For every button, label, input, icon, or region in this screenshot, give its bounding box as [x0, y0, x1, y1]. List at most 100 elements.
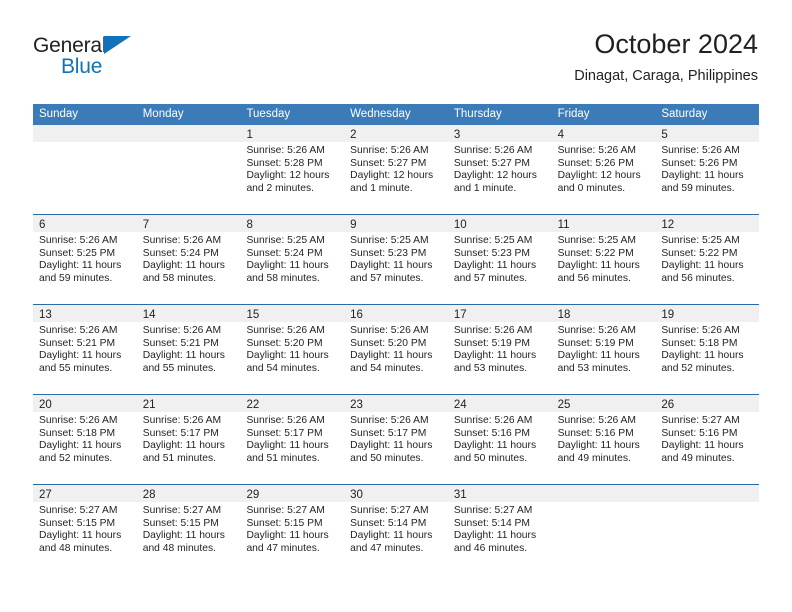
day-sun-info: Sunrise: 5:27 AM Sunset: 5:15 PM Daylight:…: [137, 502, 241, 555]
sunset-text: Sunset: 5:16 PM: [557, 427, 634, 439]
calendar-day-cell[interactable]: 12 Sunrise: 5:25 AM Sunset: 5:22 PM Dayligh…: [655, 215, 760, 304]
sunset-text: Sunset: 5:27 PM: [453, 157, 531, 169]
daylight-text: Daylight: 11 hours and 53 minutes.: [557, 350, 640, 374]
day-number: 21: [142, 399, 156, 411]
day-number-band: 21: [136, 395, 241, 412]
calendar-day-cell[interactable]: 30 Sunrise: 5:27 AM Sunset: 5:14 PM Dayligh…: [344, 485, 448, 574]
day-number-band: 7: [136, 215, 241, 232]
calendar-day-cell[interactable]: 13 Sunrise: 5:26 AM Sunset: 5:21 PM Dayligh…: [33, 305, 137, 394]
sunrise-text: Sunrise: 5:26 AM: [557, 325, 637, 336]
calendar-day-cell[interactable]: 10 Sunrise: 5:25 AM Sunset: 5:23 PM Dayligh…: [447, 215, 552, 304]
calendar-day-cell[interactable]: 9 Sunrise: 5:25 AM Sunset: 5:23 PM Daylight…: [344, 215, 448, 304]
day-number-band: 9: [344, 215, 448, 232]
calendar-day-cell[interactable]: 5 Sunrise: 5:26 AM Sunset: 5:26 PM Daylight…: [655, 125, 760, 214]
daylight-text: Daylight: 11 hours and 51 minutes.: [142, 440, 225, 464]
calendar-day-cell[interactable]: 29 Sunrise: 5:27 AM Sunset: 5:15 PM Dayligh…: [240, 485, 345, 574]
day-number-band: 17: [447, 305, 552, 322]
calendar-day-cell[interactable]: 7 Sunrise: 5:26 AM Sunset: 5:24 PM Daylight…: [136, 215, 241, 304]
daylight-text: Daylight: 11 hours and 57 minutes.: [350, 260, 433, 284]
daylight-text: Daylight: 11 hours and 54 minutes.: [350, 350, 433, 374]
daylight-text: Daylight: 11 hours and 58 minutes.: [246, 260, 329, 284]
calendar-grid: Sunday Monday Tuesday Wednesday Thursday…: [33, 104, 760, 574]
daylight-text: Daylight: 11 hours and 49 minutes.: [661, 440, 744, 464]
sunset-text: Sunset: 5:17 PM: [142, 427, 219, 439]
sunset-text: Sunset: 5:15 PM: [142, 517, 219, 529]
calendar-day-cell[interactable]: 8 Sunrise: 5:25 AM Sunset: 5:24 PM Daylight…: [240, 215, 345, 304]
calendar-day-cell[interactable]: 22 Sunrise: 5:26 AM Sunset: 5:17 PM Dayligh…: [240, 395, 345, 484]
calendar-day-cell[interactable]: 14 Sunrise: 5:26 AM Sunset: 5:21 PM Dayligh…: [136, 305, 241, 394]
day-sun-info: Sunrise: 5:27 AM Sunset: 5:15 PM Daylight:…: [240, 502, 344, 555]
sunrise-text: Sunrise: 5:26 AM: [453, 325, 533, 336]
calendar-day-cell[interactable]: 26 Sunrise: 5:27 AM Sunset: 5:16 PM Dayligh…: [655, 395, 760, 484]
day-number: 27: [39, 489, 52, 501]
day-number: 26: [661, 399, 675, 411]
day-number-band: 1: [240, 125, 345, 142]
day-sun-info: Sunrise: 5:26 AM Sunset: 5:20 PM Daylight:…: [344, 322, 448, 375]
day-number: 13: [39, 309, 52, 321]
calendar-day-cell[interactable]: 31 Sunrise: 5:27 AM Sunset: 5:14 PM Dayligh…: [447, 485, 552, 574]
daylight-text: Daylight: 11 hours and 57 minutes.: [453, 260, 537, 284]
day-sun-info: Sunrise: 5:26 AM Sunset: 5:25 PM Daylight:…: [33, 232, 137, 285]
day-sun-info: Sunrise: 5:26 AM Sunset: 5:27 PM Daylight:…: [448, 142, 552, 195]
calendar-day-cell[interactable]: 11 Sunrise: 5:25 AM Sunset: 5:22 PM Dayligh…: [551, 215, 656, 304]
day-number-band: 20: [33, 395, 137, 412]
sunset-text: Sunset: 5:25 PM: [39, 247, 116, 259]
calendar-day-cell[interactable]: 20 Sunrise: 5:26 AM Sunset: 5:18 PM Dayligh…: [33, 395, 137, 484]
day-number: 25: [557, 399, 571, 411]
day-sun-info: Sunrise: 5:26 AM Sunset: 5:16 PM Daylight:…: [552, 412, 656, 465]
calendar-day-cell[interactable]: 16 Sunrise: 5:26 AM Sunset: 5:20 PM Dayligh…: [344, 305, 448, 394]
day-number: 1: [246, 129, 253, 141]
calendar-day-cell[interactable]: 27 Sunrise: 5:27 AM Sunset: 5:15 PM Dayligh…: [33, 485, 137, 574]
daylight-text: Daylight: 11 hours and 55 minutes.: [142, 350, 225, 374]
day-number: 11: [557, 219, 570, 231]
sunset-text: Sunset: 5:24 PM: [246, 247, 323, 259]
day-number-band: 8: [240, 215, 345, 232]
sunrise-text: Sunrise: 5:26 AM: [142, 235, 222, 246]
generalblue-logo: General Blue: [33, 34, 233, 90]
sunset-text: Sunset: 5:28 PM: [246, 157, 323, 169]
sunset-text: Sunset: 5:14 PM: [453, 517, 531, 529]
weekday-header-monday: Monday: [142, 108, 184, 120]
day-number-band: 11: [551, 215, 656, 232]
day-number-band: 6: [33, 215, 137, 232]
weekday-header-thursday: Thursday: [453, 108, 502, 120]
day-number: 5: [661, 129, 668, 141]
calendar-day-cell[interactable]: 28 Sunrise: 5:27 AM Sunset: 5:15 PM Dayligh…: [136, 485, 241, 574]
calendar-day-cell[interactable]: 1 Sunrise: 5:26 AM Sunset: 5:28 PM Daylight…: [240, 125, 345, 214]
sunset-text: Sunset: 5:20 PM: [246, 337, 323, 349]
calendar-day-cell[interactable]: 15 Sunrise: 5:26 AM Sunset: 5:20 PM Dayligh…: [240, 305, 345, 394]
daylight-text: Daylight: 11 hours and 52 minutes.: [39, 440, 122, 464]
calendar-day-cell[interactable]: 3 Sunrise: 5:26 AM Sunset: 5:27 PM Daylight…: [447, 125, 552, 214]
day-number-band: [551, 485, 656, 502]
calendar-day-cell[interactable]: 24 Sunrise: 5:26 AM Sunset: 5:16 PM Dayligh…: [447, 395, 552, 484]
calendar-day-cell[interactable]: 23 Sunrise: 5:26 AM Sunset: 5:17 PM Dayligh…: [344, 395, 448, 484]
calendar-day-cell[interactable]: 2 Sunrise: 5:26 AM Sunset: 5:27 PM Daylight…: [344, 125, 448, 214]
sunrise-text: Sunrise: 5:25 AM: [453, 235, 533, 246]
day-number-band: [33, 125, 137, 142]
calendar-day-cell-empty: [551, 485, 656, 574]
calendar-day-cell[interactable]: 17 Sunrise: 5:26 AM Sunset: 5:19 PM Dayligh…: [447, 305, 552, 394]
daylight-text: Daylight: 11 hours and 50 minutes.: [350, 440, 433, 464]
calendar-day-cell-empty: [33, 125, 137, 214]
sunset-text: Sunset: 5:18 PM: [39, 427, 116, 439]
day-sun-info: Sunrise: 5:27 AM Sunset: 5:14 PM Daylight:…: [448, 502, 552, 555]
daylight-text: Daylight: 11 hours and 48 minutes.: [142, 530, 225, 554]
sunrise-text: Sunrise: 5:26 AM: [246, 325, 325, 336]
daylight-text: Daylight: 11 hours and 56 minutes.: [557, 260, 640, 284]
weekday-header-wednesday: Wednesday: [350, 108, 411, 120]
sunset-text: Sunset: 5:26 PM: [661, 157, 738, 169]
day-number: 28: [142, 489, 156, 501]
calendar-day-cell[interactable]: 6 Sunrise: 5:26 AM Sunset: 5:25 PM Daylight…: [33, 215, 137, 304]
calendar-week-row: 13 Sunrise: 5:26 AM Sunset: 5:21 PM Dayligh…: [33, 304, 760, 394]
day-sun-info: Sunrise: 5:26 AM Sunset: 5:26 PM Daylight:…: [552, 142, 656, 195]
calendar-day-cell[interactable]: 21 Sunrise: 5:26 AM Sunset: 5:17 PM Dayligh…: [136, 395, 241, 484]
calendar-day-cell[interactable]: 25 Sunrise: 5:26 AM Sunset: 5:16 PM Dayligh…: [551, 395, 656, 484]
daylight-text: Daylight: 11 hours and 51 minutes.: [246, 440, 329, 464]
sunrise-text: Sunrise: 5:27 AM: [39, 505, 118, 516]
calendar-day-cell[interactable]: 19 Sunrise: 5:26 AM Sunset: 5:18 PM Dayligh…: [655, 305, 760, 394]
calendar-weeks: 1 Sunrise: 5:26 AM Sunset: 5:28 PM Daylight…: [33, 125, 760, 574]
sunrise-text: Sunrise: 5:26 AM: [142, 325, 222, 336]
calendar-day-cell[interactable]: 4 Sunrise: 5:26 AM Sunset: 5:26 PM Daylight…: [551, 125, 656, 214]
calendar-day-cell[interactable]: 18 Sunrise: 5:26 AM Sunset: 5:19 PM Dayligh…: [551, 305, 656, 394]
daylight-text: Daylight: 11 hours and 52 minutes.: [661, 350, 744, 374]
